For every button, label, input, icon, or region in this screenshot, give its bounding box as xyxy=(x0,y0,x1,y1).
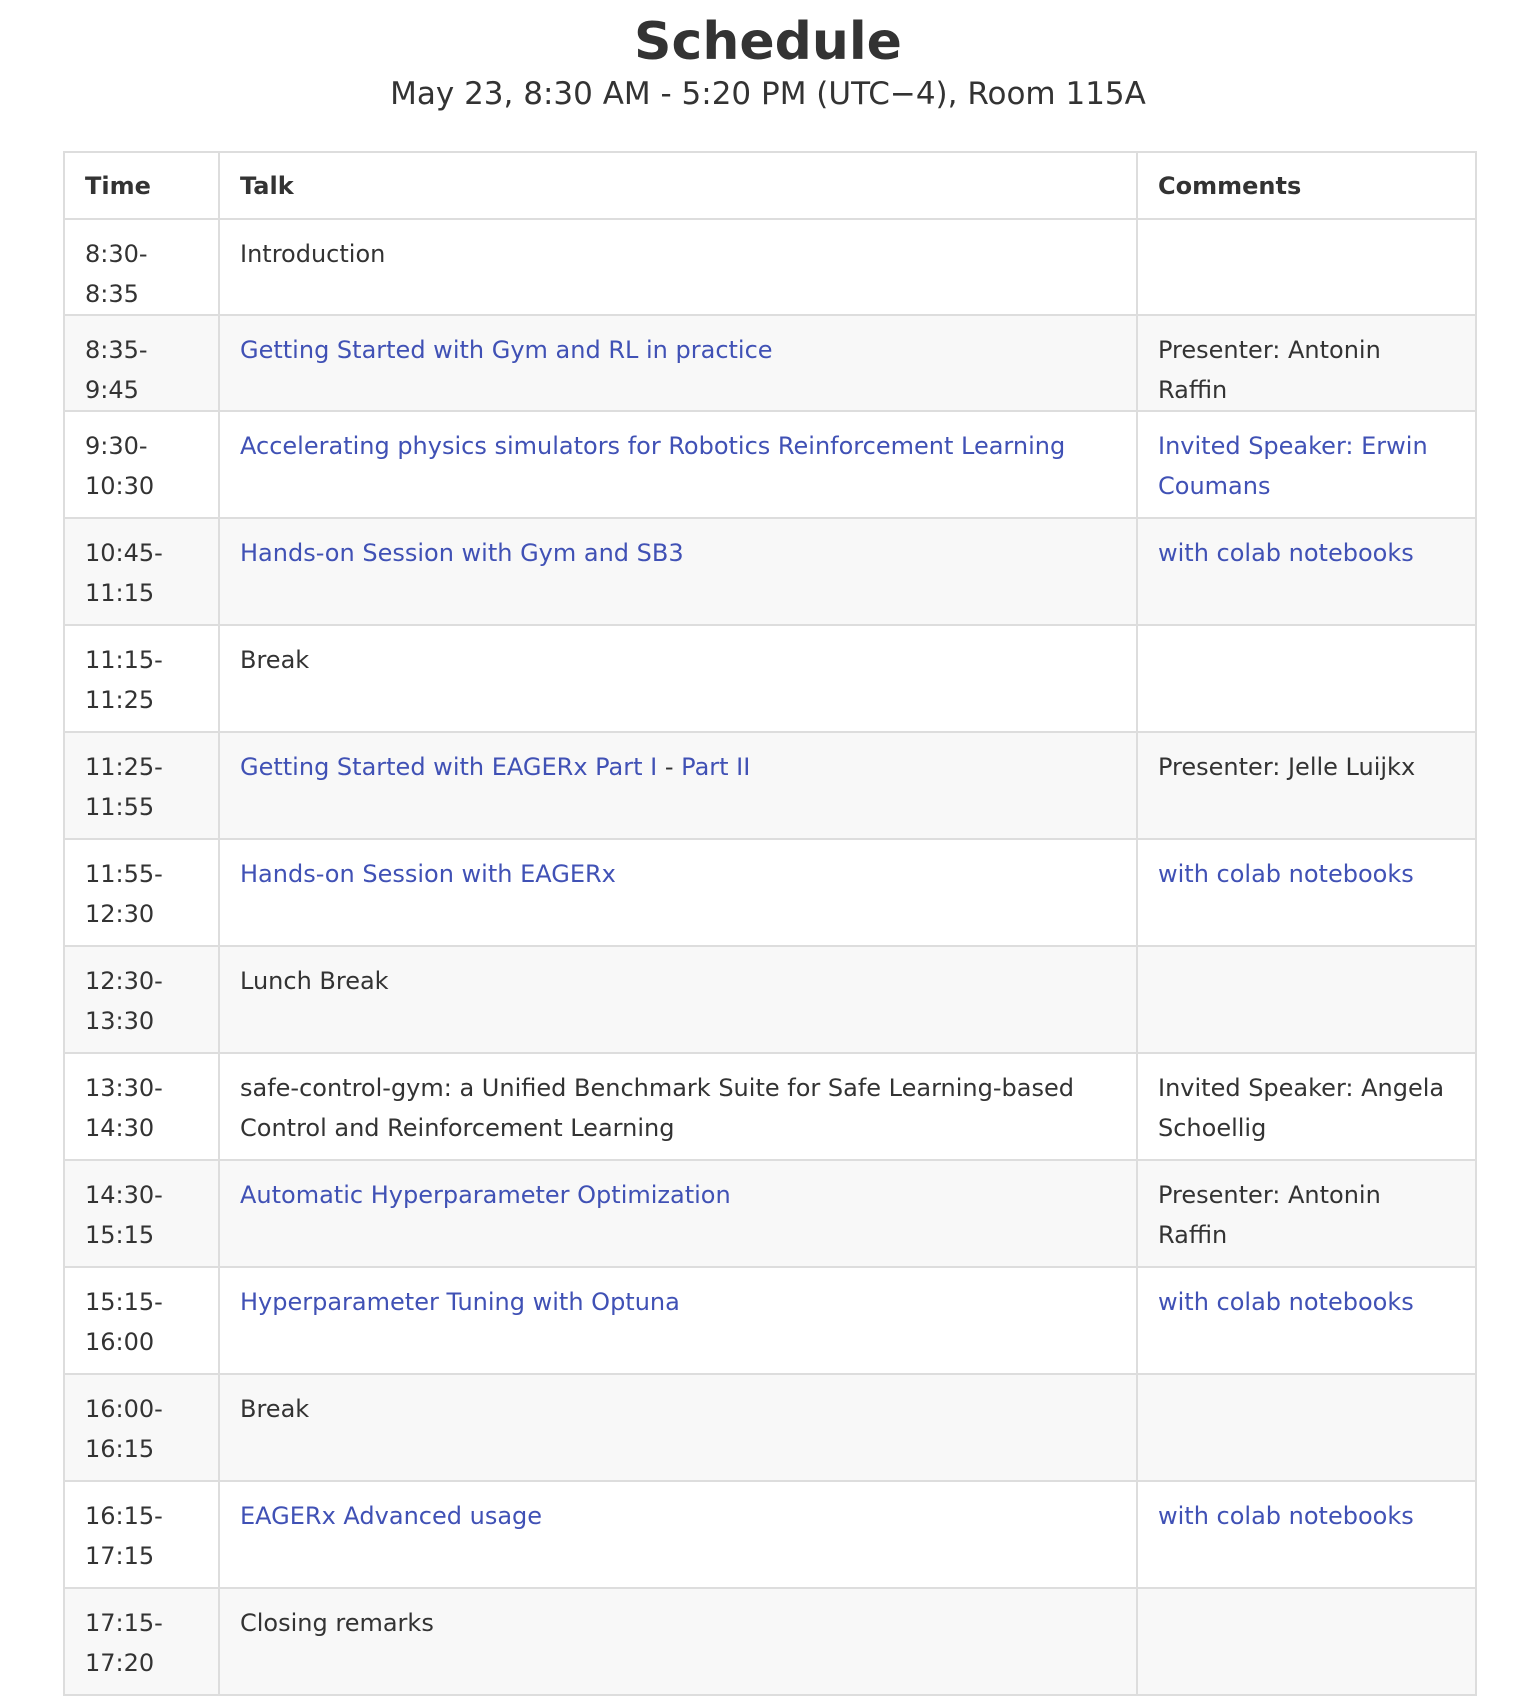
talk-cell: Getting Started with EAGERx Part I - Par… xyxy=(218,731,1138,840)
comment-text: Presenter: Antonin Raffin xyxy=(1158,1181,1381,1249)
comment-cell xyxy=(1136,945,1477,1054)
table-row: 9:30-10:30 Accelerating physics simulato… xyxy=(63,410,1477,519)
time-cell: 12:30-13:30 xyxy=(63,945,220,1054)
time-cell: 9:30-10:30 xyxy=(63,410,220,519)
column-header-time: Time xyxy=(63,151,220,220)
talk-cell: Closing remarks xyxy=(218,1587,1138,1696)
comment-cell: Presenter: Antonin Raffin xyxy=(1136,1159,1477,1268)
talk-title: Closing remarks xyxy=(240,1609,434,1637)
column-header-comments: Comments xyxy=(1136,151,1477,220)
talk-cell: EAGERx Advanced usage xyxy=(218,1480,1138,1589)
comment-link[interactable]: with colab notebooks xyxy=(1158,1502,1414,1530)
talk-title: Introduction xyxy=(240,240,386,268)
comment-cell xyxy=(1136,1587,1477,1696)
time-cell: 16:00-16:15 xyxy=(63,1373,220,1482)
table-row: 11:15-11:25 Break xyxy=(63,624,1477,733)
comment-cell: with colab notebooks xyxy=(1136,517,1477,626)
comment-cell: Invited Speaker: Angela Schoellig xyxy=(1136,1052,1477,1161)
time-cell: 11:55-12:30 xyxy=(63,838,220,947)
talk-title: safe-control-gym: a Unified Benchmark Su… xyxy=(240,1074,1074,1142)
talk-link[interactable]: Hands-on Session with Gym and SB3 xyxy=(240,539,684,567)
comment-link[interactable]: with colab notebooks xyxy=(1158,539,1414,567)
comment-cell: Presenter: Jelle Luijkx xyxy=(1136,731,1477,840)
table-row: 10:45-11:15 Hands-on Session with Gym an… xyxy=(63,517,1477,626)
talk-cell: Hands-on Session with Gym and SB3 xyxy=(218,517,1138,626)
talk-link[interactable]: Accelerating physics simulators for Robo… xyxy=(240,432,1065,460)
talk-separator: - xyxy=(657,753,682,781)
time-cell: 10:45-11:15 xyxy=(63,517,220,626)
comment-cell xyxy=(1136,218,1477,316)
table-row: 11:55-12:30 Hands-on Session with EAGERx… xyxy=(63,838,1477,947)
talk-cell: Break xyxy=(218,1373,1138,1482)
talk-link[interactable]: Automatic Hyperparameter Optimization xyxy=(240,1181,731,1209)
table-row: 14:30-15:15 Automatic Hyperparameter Opt… xyxy=(63,1159,1477,1268)
talk-cell: Getting Started with Gym and RL in pract… xyxy=(218,314,1138,412)
talk-link-part-1[interactable]: Getting Started with EAGERx Part I xyxy=(240,753,657,781)
talk-link[interactable]: Hands-on Session with EAGERx xyxy=(240,860,616,888)
comment-link[interactable]: with colab notebooks xyxy=(1158,1288,1414,1316)
talk-cell: Lunch Break xyxy=(218,945,1138,1054)
time-cell: 11:25-11:55 xyxy=(63,731,220,840)
talk-link-part-2[interactable]: Part II xyxy=(681,753,750,781)
time-cell: 17:15-17:20 xyxy=(63,1587,220,1696)
comment-text: Invited Speaker: Angela Schoellig xyxy=(1158,1074,1445,1142)
comment-link[interactable]: Invited Speaker: Erwin Coumans xyxy=(1158,432,1428,500)
time-cell: 13:30-14:30 xyxy=(63,1052,220,1161)
talk-cell: Hyperparameter Tuning with Optuna xyxy=(218,1266,1138,1375)
table-row: 15:15-16:00 Hyperparameter Tuning with O… xyxy=(63,1266,1477,1375)
comment-cell: with colab notebooks xyxy=(1136,1480,1477,1589)
talk-title: Lunch Break xyxy=(240,967,389,995)
comment-cell: Invited Speaker: Erwin Coumans xyxy=(1136,410,1477,519)
talk-link[interactable]: Hyperparameter Tuning with Optuna xyxy=(240,1288,680,1316)
talk-cell: Hands-on Session with EAGERx xyxy=(218,838,1138,947)
time-cell: 8:30-8:35 xyxy=(63,218,220,316)
talk-cell: Accelerating physics simulators for Robo… xyxy=(218,410,1138,519)
talk-link[interactable]: EAGERx Advanced usage xyxy=(240,1502,542,1530)
comment-cell: with colab notebooks xyxy=(1136,1266,1477,1375)
table-row: 12:30-13:30 Lunch Break xyxy=(63,945,1477,1054)
page-subtitle: May 23, 8:30 AM - 5:20 PM (UTC−4), Room … xyxy=(390,76,1146,112)
table-row: 13:30-14:30 safe-control-gym: a Unified … xyxy=(63,1052,1477,1161)
comment-cell: with colab notebooks xyxy=(1136,838,1477,947)
comment-text: Presenter: Jelle Luijkx xyxy=(1158,753,1416,781)
table-row: 17:15-17:20 Closing remarks xyxy=(63,1587,1477,1696)
talk-link[interactable]: Getting Started with Gym and RL in pract… xyxy=(240,336,773,364)
page-title: Schedule xyxy=(634,12,902,72)
table-row: 8:30-8:35 Introduction xyxy=(63,218,1477,316)
talk-cell: Break xyxy=(218,624,1138,733)
table-row: 8:35-9:45 Getting Started with Gym and R… xyxy=(63,314,1477,412)
time-cell: 14:30-15:15 xyxy=(63,1159,220,1268)
table-row: 11:25-11:55 Getting Started with EAGERx … xyxy=(63,731,1477,840)
schedule-table: Time Talk Comments 8:30-8:35 Introductio… xyxy=(63,151,1477,1696)
comment-cell xyxy=(1136,1373,1477,1482)
time-cell: 15:15-16:00 xyxy=(63,1266,220,1375)
talk-title: Break xyxy=(240,1395,310,1423)
time-cell: 11:15-11:25 xyxy=(63,624,220,733)
column-header-talk: Talk xyxy=(218,151,1138,220)
time-cell: 16:15-17:15 xyxy=(63,1480,220,1589)
talk-cell: Automatic Hyperparameter Optimization xyxy=(218,1159,1138,1268)
talk-title: Break xyxy=(240,646,310,674)
table-header-row: Time Talk Comments xyxy=(63,151,1477,220)
comment-link[interactable]: with colab notebooks xyxy=(1158,860,1414,888)
comment-cell xyxy=(1136,624,1477,733)
talk-cell: safe-control-gym: a Unified Benchmark Su… xyxy=(218,1052,1138,1161)
comment-text: Presenter: Antonin Raffin xyxy=(1158,336,1381,404)
table-row: 16:00-16:15 Break xyxy=(63,1373,1477,1482)
talk-cell: Introduction xyxy=(218,218,1138,316)
comment-cell: Presenter: Antonin Raffin xyxy=(1136,314,1477,412)
time-cell: 8:35-9:45 xyxy=(63,314,220,412)
table-row: 16:15-17:15 EAGERx Advanced usage with c… xyxy=(63,1480,1477,1589)
